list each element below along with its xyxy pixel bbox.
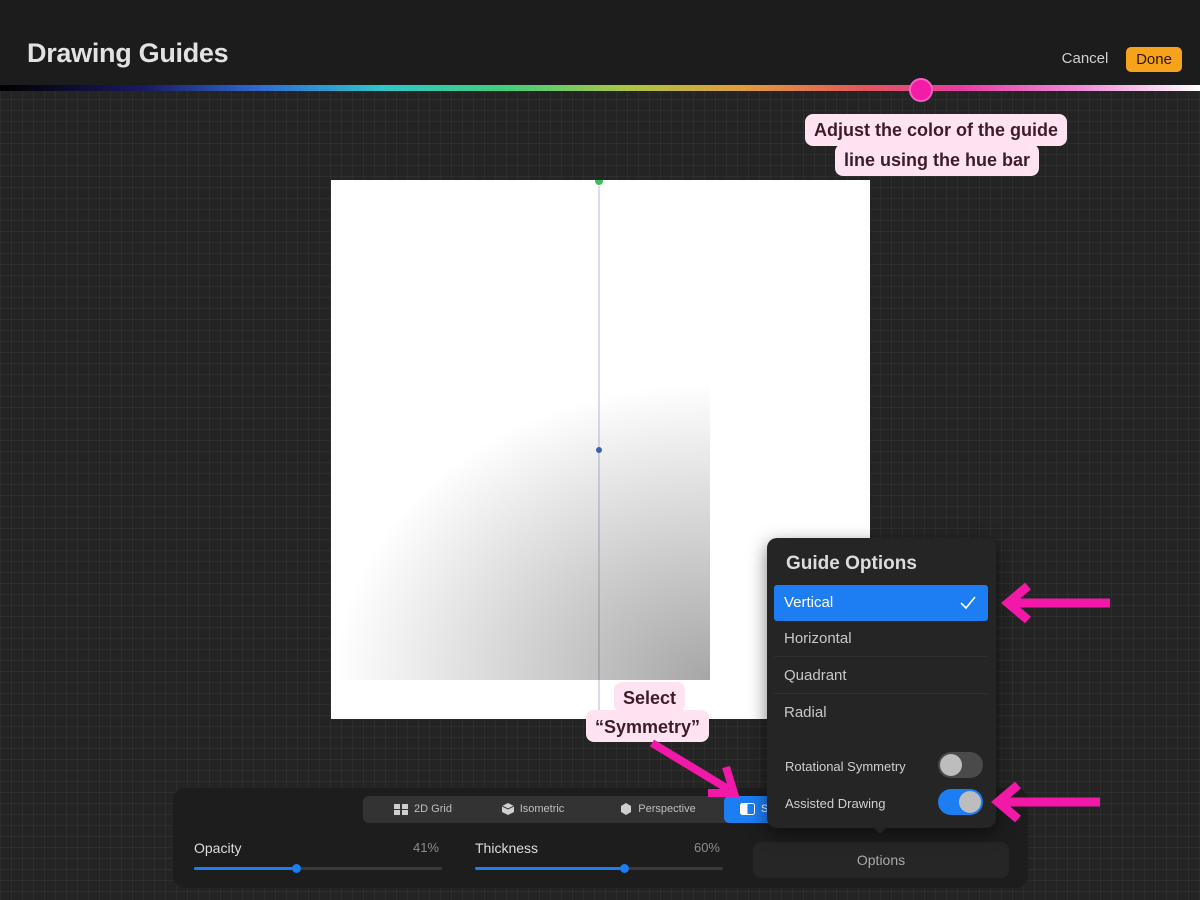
- grid-icon: [394, 803, 409, 815]
- tab-isometric-label: Isometric: [519, 803, 565, 815]
- options-button[interactable]: Options: [753, 842, 1009, 878]
- opacity-value: 41%: [412, 840, 439, 855]
- cancel-button[interactable]: Cancel: [1050, 50, 1120, 70]
- symmetry-callout-line-1: Select: [614, 682, 686, 712]
- tab-2d-grid-label: 2D Grid: [414, 803, 452, 815]
- hue-bar[interactable]: [0, 85, 1200, 91]
- header-bar: Drawing Guides Cancel Done: [0, 0, 1200, 88]
- hue-callout-line-1: Adjust the color of the guide: [805, 114, 1067, 146]
- thickness-slider[interactable]: [475, 864, 723, 873]
- page-title: Drawing Guides: [27, 38, 229, 68]
- arrow-to-assisted-drawing-toggle: [991, 781, 1100, 823]
- thickness-slider-knob[interactable]: [619, 864, 629, 873]
- tab-isometric[interactable]: Isometric: [483, 796, 583, 823]
- guide-options-title: Guide Options: [786, 553, 917, 574]
- popover-tail: [872, 826, 888, 834]
- opacity-slider[interactable]: [194, 864, 442, 873]
- option-horizontal[interactable]: Horizontal: [774, 621, 988, 657]
- opacity-slider-knob[interactable]: [291, 864, 301, 873]
- opacity-label: Opacity: [194, 840, 242, 856]
- opacity-slider-fill: [194, 867, 296, 870]
- assisted-drawing-label: Assisted Drawing: [785, 796, 886, 811]
- done-button[interactable]: Done: [1126, 47, 1182, 72]
- rotational-symmetry-label: Rotational Symmetry: [785, 759, 906, 774]
- cube-icon: [501, 803, 514, 816]
- hue-knob[interactable]: [909, 78, 933, 102]
- checkmark-icon: [960, 596, 976, 610]
- thickness-label: Thickness: [475, 840, 539, 856]
- assisted-drawing-toggle-knob: [959, 791, 981, 813]
- popover-shadow: [330, 380, 710, 680]
- guide-options-popover: Guide Options Vertical Horizontal Quadra…: [767, 538, 996, 828]
- arrow-to-symmetry-tab: [649, 739, 740, 797]
- arrow-to-vertical-option: [1001, 582, 1110, 624]
- assisted-drawing-toggle[interactable]: [938, 789, 983, 815]
- rotational-symmetry-toggle-knob: [940, 754, 962, 776]
- tab-2d-grid[interactable]: 2D Grid: [373, 796, 473, 823]
- rotational-symmetry-toggle[interactable]: [938, 752, 983, 778]
- thickness-value: 60%: [693, 840, 720, 855]
- option-radial[interactable]: Radial: [774, 695, 988, 731]
- thickness-slider-fill: [475, 867, 624, 870]
- hue-callout-line-2: line using the hue bar: [835, 144, 1040, 176]
- option-vertical[interactable]: Vertical: [774, 585, 988, 621]
- guide-rotation-handle[interactable]: [594, 180, 604, 186]
- perspective-cube-icon: [621, 803, 632, 816]
- option-vertical-label: Vertical: [784, 594, 834, 611]
- option-quadrant[interactable]: Quadrant: [774, 658, 988, 694]
